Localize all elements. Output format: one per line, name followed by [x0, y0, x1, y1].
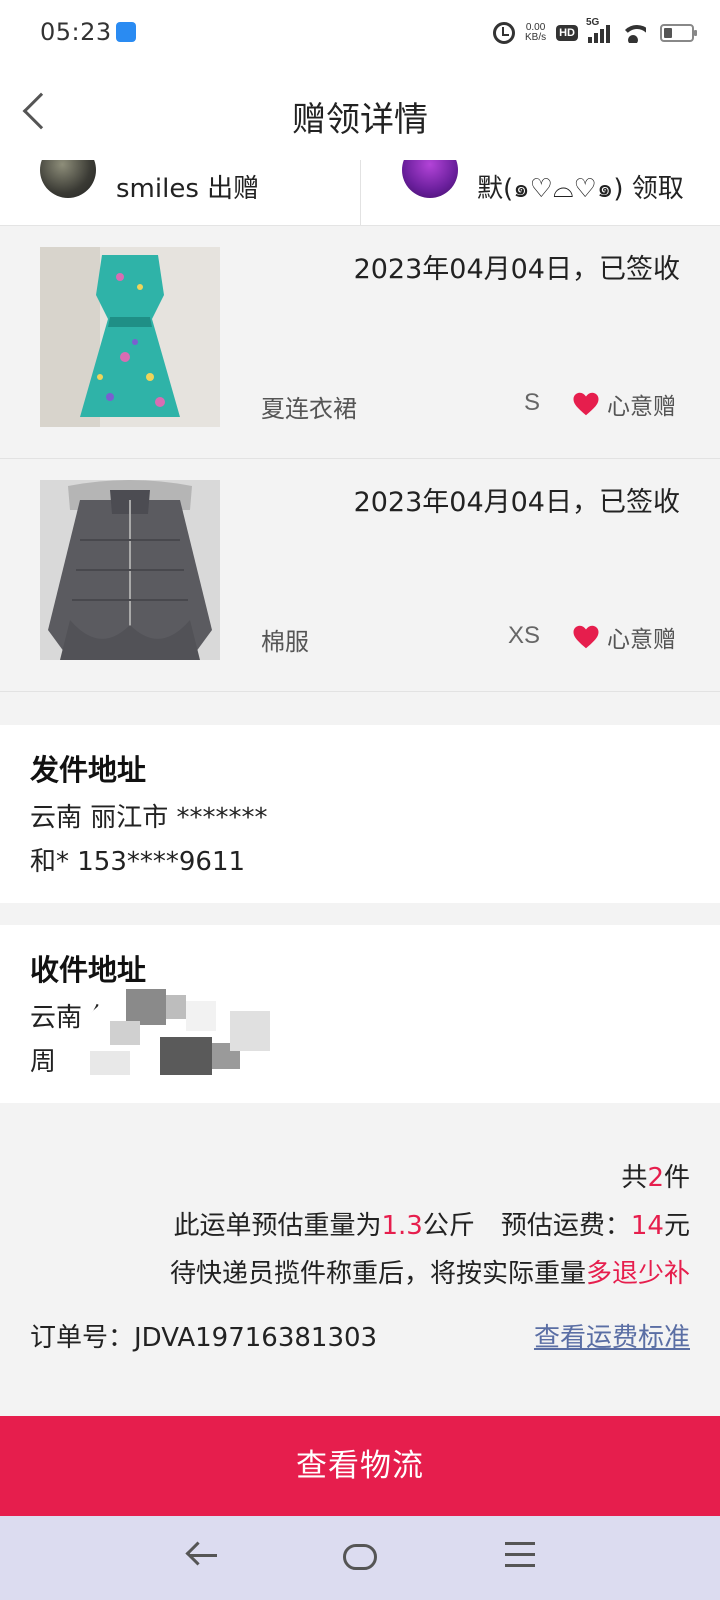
item-tag-label: 心意赠 — [607, 394, 676, 420]
weight-note-accent: 多退少补 — [585, 1259, 690, 1289]
giver-action: 出赠 — [207, 174, 260, 204]
receiver-address-section: 收件地址 云南 红 周 — [0, 925, 720, 1103]
item-date-status: 2023年04月04日，已签收 — [353, 487, 680, 518]
order-number: 订单号：JDVA19716381303 — [30, 1323, 378, 1353]
system-nav-bar — [0, 1516, 720, 1600]
nav-back-icon[interactable] — [185, 1538, 219, 1572]
item-tag-label: 心意赠 — [607, 627, 676, 653]
weight-note-text: 待快递员揽件称重后，将按实际重量 — [169, 1259, 586, 1289]
receiver-avatar[interactable] — [402, 160, 458, 198]
network-type-label: 5G — [586, 17, 600, 28]
weight-fee-line: 此运单预估重量为1.3公斤 预估运费：14元 — [173, 1205, 690, 1242]
receiver-name: 默(๑♡⌓♡๑) — [477, 174, 624, 204]
sender-address-line: 云南 丽江市 ******* — [30, 803, 268, 833]
nav-menu-icon[interactable] — [505, 1542, 535, 1568]
item-count-prefix: 共 — [621, 1163, 648, 1193]
page-title: 赠领详情 — [292, 100, 428, 140]
weight-note: 待快递员揽件称重后，将按实际重量多退少补 — [170, 1253, 690, 1290]
app-notification-icon — [116, 22, 136, 42]
fee-unit: 元 — [663, 1211, 690, 1241]
item-card[interactable]: 2023年04月04日，已签收 棉服 XS 心意赠 — [0, 460, 720, 692]
item-name: 棉服 — [261, 628, 309, 656]
fee-prefix: 预估运费： — [500, 1211, 631, 1241]
giver-info[interactable]: smiles 出赠 — [116, 168, 259, 205]
receiver-action: 领取 — [631, 174, 684, 204]
page-header: 赠领详情 — [0, 66, 720, 160]
receiver-info[interactable]: 默(๑♡⌓♡๑) 领取 — [477, 168, 684, 209]
status-icons: 0.00 KB/s HD 5G — [492, 17, 697, 48]
fee-value: 14 — [630, 1211, 664, 1241]
item-tag: 心意赠 — [571, 387, 676, 421]
item-date-status: 2023年04月04日，已签收 — [353, 254, 680, 285]
alarm-icon — [492, 22, 515, 44]
network-speed-unit: KB/s — [524, 32, 547, 43]
weight-prefix: 此运单预估重量为 — [173, 1211, 382, 1241]
item-count: 共2件 — [621, 1157, 690, 1194]
battery-icon — [660, 24, 697, 42]
sender-contact-line: 和* 153****9611 — [30, 847, 246, 877]
receiver-contact-line: 周 — [30, 1047, 57, 1077]
weight-unit: 公斤 — [422, 1211, 475, 1241]
sender-address-section: 发件地址 云南 丽江市 ******* 和* 153****9611 — [0, 725, 720, 903]
sender-address-title: 发件地址 — [30, 753, 147, 787]
users-divider — [360, 160, 361, 225]
item-card[interactable]: 2023年04月04日，已签收 夏连衣裙 S 心意赠 — [0, 227, 720, 459]
wifi-icon — [620, 23, 646, 43]
status-time: 05:23 — [40, 18, 112, 46]
item-photo-jacket[interactable] — [40, 480, 220, 660]
network-speed: 0.00 KB/s — [525, 23, 546, 43]
item-size: S — [523, 389, 540, 416]
redaction-mosaic — [81, 982, 289, 1090]
item-size: XS — [507, 622, 540, 649]
giver-avatar[interactable] — [40, 160, 96, 198]
nav-home-icon[interactable] — [343, 1544, 377, 1570]
weight-value: 1.3 — [381, 1211, 423, 1241]
hd-badge: HD — [556, 25, 578, 41]
users-row: smiles 出赠 默(๑♡⌓♡๑) 领取 — [0, 160, 720, 226]
status-bar: 05:23 0.00 KB/s HD 5G — [0, 0, 720, 66]
heart-icon — [573, 392, 599, 416]
summary-section: 共2件 此运单预估重量为1.3公斤 预估运费：14元 待快递员揽件称重后，将按实际… — [0, 1103, 720, 1415]
giver-name: smiles — [116, 174, 199, 204]
signal-icon: 5G — [586, 17, 610, 43]
fee-standard-link[interactable]: 查看运费标准 — [534, 1317, 690, 1354]
item-count-value: 2 — [647, 1163, 664, 1193]
item-tag: 心意赠 — [571, 620, 676, 654]
view-logistics-button[interactable]: 查看物流 — [0, 1416, 720, 1516]
item-count-suffix: 件 — [663, 1163, 690, 1193]
heart-icon — [573, 625, 599, 649]
item-photo-dress[interactable] — [40, 247, 220, 427]
item-name: 夏连衣裙 — [261, 395, 357, 423]
